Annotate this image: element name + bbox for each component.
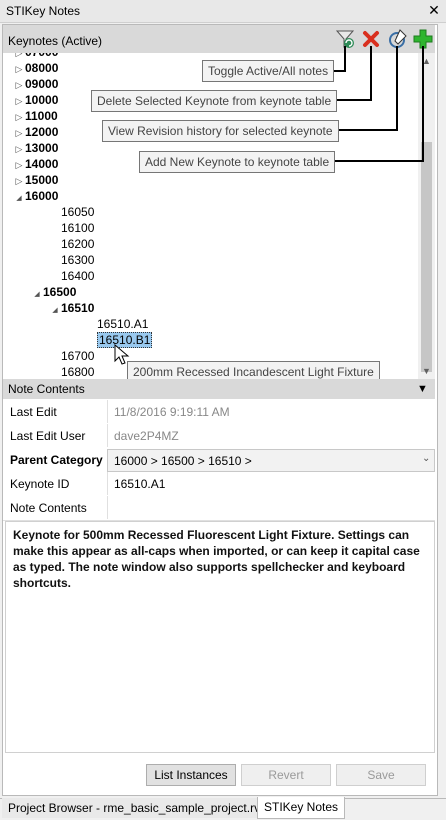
prop-label: Parent Category [10,453,103,467]
tooltip-leader [422,46,424,162]
collapse-toggle-icon[interactable]: ▼ [417,382,431,396]
list-instances-button[interactable]: List Instances [146,764,236,786]
tree-item-label: 16510.A1 [97,317,149,331]
prop-row-parent-category: Parent Category 16000 > 16500 > 16510 > … [3,448,435,473]
prop-value-last-edit: 11/8/2016 9:19:11 AM [114,405,230,419]
tree-item-label: 16510 [61,301,95,315]
tree-item[interactable]: 16050 [49,204,94,220]
parent-category-value: 16000 > 16500 > 16510 > [114,454,252,468]
tree-item-label: 14000 [25,157,59,171]
tooltip-leader [334,129,398,131]
tree-item-label: 16300 [61,253,95,267]
prop-label: Last Edit User [10,429,86,443]
expanded-arrow-icon[interactable]: ◢ [49,303,61,319]
save-button[interactable]: Save [336,764,426,786]
tree-item[interactable]: ▷ 14000 [13,156,59,173]
tooltip-leader [334,160,424,162]
parent-category-dropdown[interactable]: 16000 > 16500 > 16510 > ⌄ [107,449,435,472]
tree-item[interactable]: ▷ 08000 [13,60,59,77]
tree-item-label: 11000 [25,109,58,123]
tree-item-label: 10000 [25,93,59,107]
tooltip-history: View Revision history for selected keyno… [102,120,339,142]
collapsed-arrow-icon[interactable]: ▷ [13,109,25,125]
tree-item[interactable]: ▷ 11000 [13,108,58,124]
collapsed-arrow-icon[interactable]: ▷ [13,173,25,189]
scrollbar-thumb[interactable] [421,142,432,372]
prop-label: Keynote ID [10,477,70,491]
tree-item-label: 16400 [61,269,95,283]
tree-item[interactable]: ▷ 10000 [13,92,59,109]
tree-item-label: 16200 [61,237,95,251]
tab-stikey-notes[interactable]: STIKey Notes [257,797,346,819]
tree-item[interactable]: ▷ 12000 [13,124,59,141]
collapsed-arrow-icon[interactable]: ▷ [13,61,25,77]
tree-item[interactable]: ▷07000 [13,53,59,60]
tree-item[interactable]: ◢ 16500 [31,284,76,300]
tree-item-label: 16050 [61,205,95,219]
prop-row-keynote-id: Keynote ID 16510.A1 [3,472,435,497]
tooltip-leader [334,99,372,101]
tree-item-label: 13000 [25,141,59,155]
tooltip-delete: Delete Selected Keynote from keynote tab… [91,90,338,112]
tree-item-label: 12000 [25,125,59,139]
tree-item-label: 08000 [25,61,59,75]
tab-project-browser[interactable]: Project Browser - rme_basic_sample_proje… [2,798,271,818]
note-contents-title: Note Contents [8,382,85,396]
tree-item[interactable]: ▷ 15000 [13,172,59,189]
tree-item-label: 15000 [25,173,59,187]
tree-item[interactable]: 16300 [49,252,94,268]
tooltip-toggle: Toggle Active/All notes [202,60,335,82]
tree-item[interactable]: ◢ 16510 [49,300,94,316]
note-contents-value [107,496,436,519]
tree-item[interactable]: 16200 [49,236,94,252]
tree-item-label: 16500 [43,285,77,299]
tooltip-leader [370,46,372,101]
collapsed-arrow-icon[interactable]: ▷ [13,141,25,157]
close-icon[interactable]: ✕ [426,2,442,18]
tree-item-label: 16100 [61,221,95,235]
tooltip-leader [334,70,346,72]
scroll-down-icon[interactable]: ▼ [418,364,435,378]
expanded-arrow-icon[interactable]: ◢ [31,287,43,303]
mouse-cursor-icon [114,343,130,366]
tooltip-leader [344,46,346,72]
keynote-id-field[interactable]: 16510.A1 [107,472,436,495]
keynotes-title: Keynotes (Active) [8,34,103,48]
chevron-down-icon: ⌄ [422,453,431,464]
tree-item-label: 16000 [25,189,59,203]
prop-label: Note Contents [10,501,87,515]
tree-item[interactable]: 16400 [49,268,94,284]
collapsed-arrow-icon[interactable]: ▷ [13,125,25,141]
prop-value-keynote-id: 16510.A1 [114,477,166,491]
prop-value-last-edit-user: dave2P4MZ [114,429,179,443]
tree-item-label: 16700 [61,349,95,363]
revert-button[interactable]: Revert [241,764,331,786]
tree-item-label: 16800 [61,365,95,379]
prop-row-note-contents: Note Contents [3,496,435,521]
tree-item[interactable]: ◢ 16000 [13,188,58,204]
prop-row-last-edit: Last Edit 11/8/2016 9:19:11 AM [3,400,435,425]
note-text: Keynote for 500mm Recessed Fluorescent L… [13,528,420,590]
tree-item[interactable]: 16510.A1 [85,316,148,332]
tree-item[interactable]: ▷ 13000 [13,140,59,157]
scroll-up-icon[interactable]: ▲ [418,54,435,68]
tree-item[interactable]: 16700 [49,348,94,364]
expanded-arrow-icon[interactable]: ◢ [13,191,25,207]
window-title: STIKey Notes [6,4,81,18]
prop-row-last-edit-user: Last Edit User dave2P4MZ [3,424,435,449]
collapsed-arrow-icon[interactable]: ▷ [13,77,25,93]
tooltip-leader [396,46,398,131]
collapsed-arrow-icon[interactable]: ▷ [13,93,25,109]
collapsed-arrow-icon[interactable]: ▷ [13,157,25,173]
tree-item-label: 07000 [25,53,58,59]
tree-item[interactable]: 16800 [49,364,94,379]
tooltip-add: Add New Keynote to keynote table [139,151,336,173]
tree-item-label: 09000 [25,77,59,91]
prop-label: Last Edit [10,405,57,419]
tree-item[interactable]: 16100 [49,220,94,236]
tree-item[interactable]: ▷ 09000 [13,76,59,93]
